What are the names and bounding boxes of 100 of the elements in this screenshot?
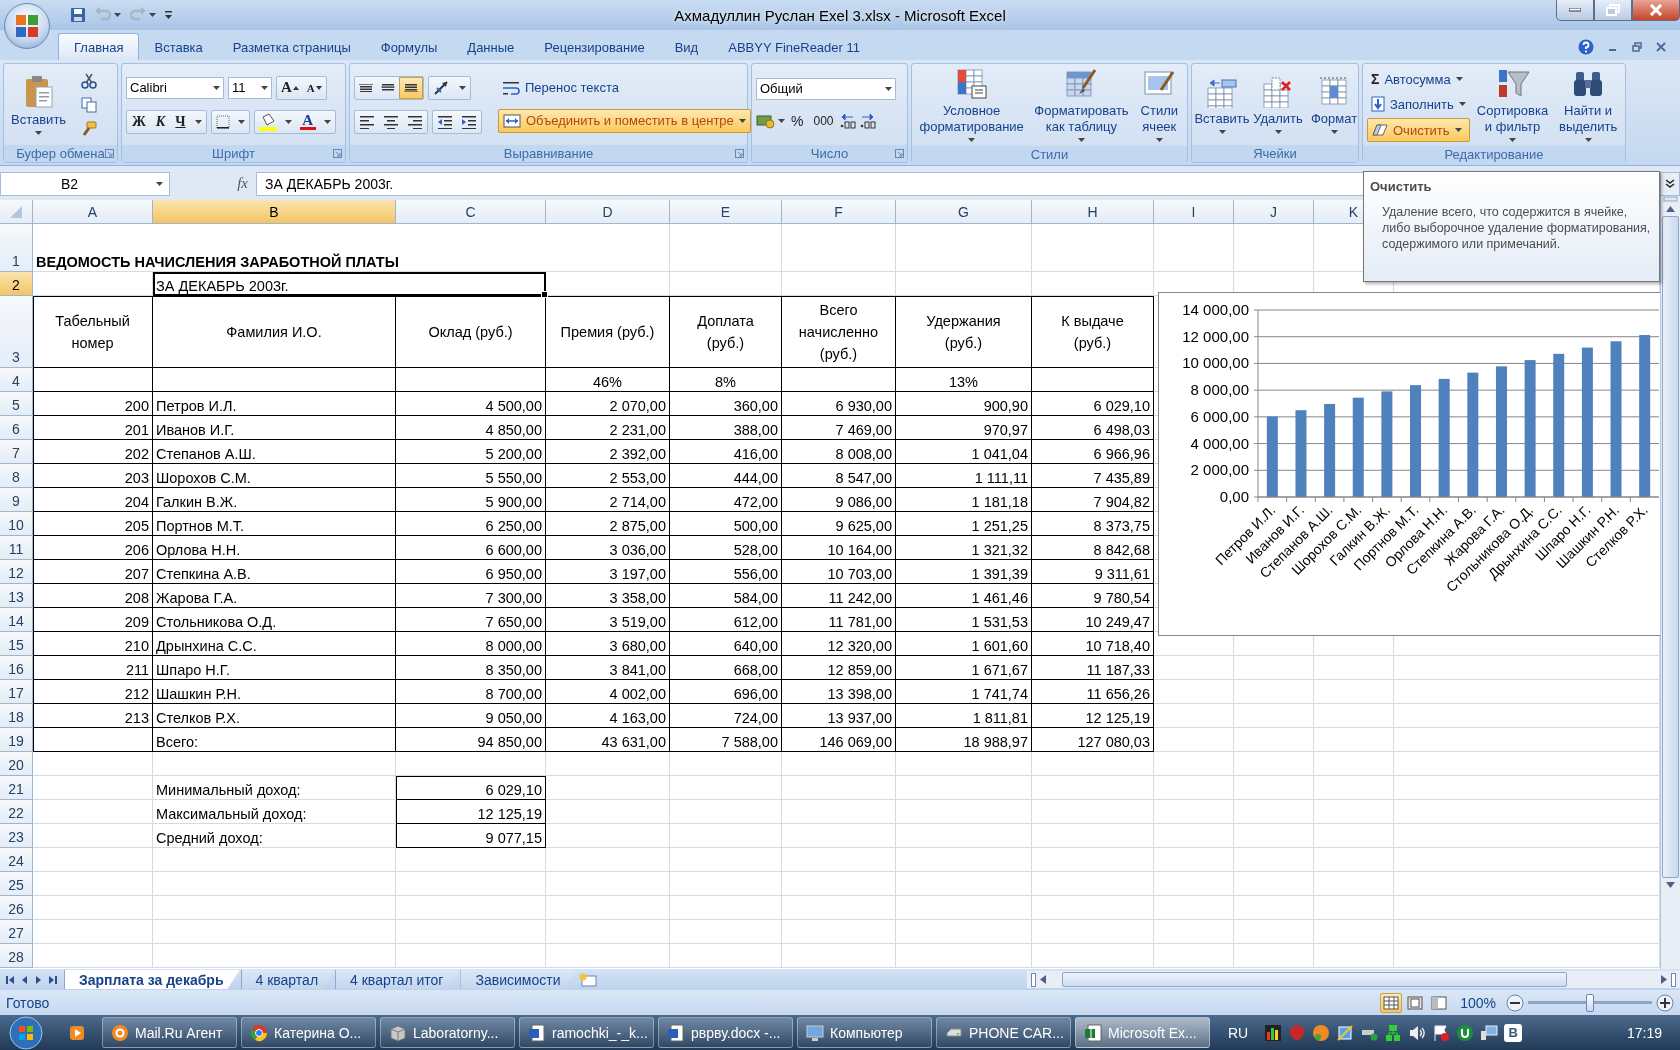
zoom-in-icon[interactable] xyxy=(1656,993,1674,1012)
tray-badge[interactable]: В xyxy=(1504,1023,1523,1042)
column-header[interactable]: D xyxy=(546,200,670,224)
merge-center-button[interactable]: Объединить и поместить в центре xyxy=(498,108,751,133)
row-header[interactable]: 23 xyxy=(0,824,33,848)
window-icon[interactable] xyxy=(1336,1023,1355,1042)
scroll-right-icon[interactable] xyxy=(1661,975,1667,984)
copy-icon[interactable] xyxy=(81,96,98,113)
row-header[interactable]: 10 xyxy=(0,512,33,536)
ribbon-tab[interactable]: ABBYY FineReader 11 xyxy=(713,34,875,60)
paintbrush-icon[interactable] xyxy=(81,120,98,137)
scrollbar-thumb[interactable] xyxy=(1662,216,1679,878)
styles-button[interactable]: Форматировать как таблицу xyxy=(1031,66,1132,144)
horizontal-scrollbar[interactable] xyxy=(1027,971,1680,988)
first-sheet-icon[interactable] xyxy=(6,974,15,985)
row-header[interactable]: 11 xyxy=(0,536,33,560)
row-header[interactable]: 7 xyxy=(0,440,33,464)
shrink-font-button[interactable]: A xyxy=(302,81,326,94)
increase-decimal-icon[interactable] xyxy=(839,112,858,129)
thousands-button[interactable]: 000 xyxy=(809,109,838,132)
taskbar-button[interactable]: Mail.Ru Агент xyxy=(102,1017,237,1048)
column-header[interactable]: E xyxy=(670,200,782,224)
media-player-icon[interactable] xyxy=(68,1023,86,1042)
torrent-icon[interactable] xyxy=(1456,1023,1475,1042)
row-header[interactable]: 12 xyxy=(0,560,33,584)
row-header[interactable]: 5 xyxy=(0,392,33,416)
paste-button[interactable]: Вставить xyxy=(8,72,70,137)
cells-button[interactable]: Вставить xyxy=(1196,73,1248,136)
ball-icon[interactable] xyxy=(1312,1023,1331,1042)
row-header[interactable]: 8 xyxy=(0,464,33,488)
row-header[interactable]: 21 xyxy=(0,776,33,800)
ribbon-tab[interactable]: Главная xyxy=(58,33,140,60)
row-header[interactable]: 2 xyxy=(0,272,33,296)
grow-font-button[interactable]: A xyxy=(277,79,303,96)
clock[interactable]: 17:19 xyxy=(1626,1024,1662,1041)
maximize-button[interactable] xyxy=(1594,0,1632,21)
editing-button[interactable]: Заполнить xyxy=(1367,93,1470,115)
ribbon-tab[interactable]: Вставка xyxy=(139,34,218,60)
row-header[interactable]: 6 xyxy=(0,416,33,440)
editing-button[interactable]: Σ Автосумма xyxy=(1367,68,1470,90)
row-header[interactable]: 14 xyxy=(0,608,33,632)
row-header[interactable]: 20 xyxy=(0,752,33,776)
split-box-icon[interactable] xyxy=(1031,972,1036,987)
row-header[interactable]: 4 xyxy=(0,368,33,392)
ribbon-tab[interactable]: Формулы xyxy=(365,34,453,60)
editing-button[interactable]: Сортировка и фильтр xyxy=(1473,66,1552,144)
font-style-button[interactable]: К xyxy=(150,110,171,133)
zoom-level[interactable]: 100% xyxy=(1460,994,1496,1011)
zoom-out-icon[interactable] xyxy=(1506,993,1524,1012)
row-header[interactable]: 28 xyxy=(0,944,33,968)
fill-handle[interactable] xyxy=(541,291,548,298)
wrap-text-button[interactable]: Перенос текста xyxy=(498,76,751,99)
row-header[interactable]: 25 xyxy=(0,872,33,896)
expand-formula-button[interactable] xyxy=(1660,171,1680,196)
flag-icon[interactable] xyxy=(1432,1023,1451,1042)
taskbar-button[interactable]: рврву.docx -... xyxy=(658,1017,793,1048)
column-header[interactable]: A xyxy=(33,200,153,224)
taskbar-button[interactable]: PHONE CAR... xyxy=(936,1017,1071,1048)
font-style-button[interactable]: Ж xyxy=(127,110,151,133)
language-indicator[interactable]: RU xyxy=(1228,1024,1249,1041)
speaker-icon[interactable] xyxy=(1408,1023,1427,1042)
align-bottom-button[interactable] xyxy=(399,76,423,99)
row-header[interactable]: 1 xyxy=(0,224,33,272)
help-icon[interactable] xyxy=(1578,39,1594,55)
column-header[interactable]: G xyxy=(896,200,1032,224)
scroll-up-icon[interactable] xyxy=(1666,206,1675,212)
taskbar-button[interactable]: Компьютер xyxy=(797,1017,932,1048)
monitor-icon[interactable] xyxy=(1480,1023,1499,1042)
editing-button[interactable]: Найти и выделить xyxy=(1555,66,1621,144)
save-icon[interactable] xyxy=(70,7,86,23)
styles-button[interactable]: Условное форматирование xyxy=(916,66,1028,144)
insert-function-button[interactable]: fx xyxy=(170,171,256,196)
font-color-button[interactable]: A xyxy=(295,113,320,130)
column-header[interactable]: C xyxy=(396,200,546,224)
restore-icon[interactable] xyxy=(1632,42,1642,52)
scissors-icon[interactable] xyxy=(81,72,98,89)
ribbon-tab[interactable]: Разметка страницы xyxy=(217,34,366,60)
ribbon-tab[interactable]: Рецензирование xyxy=(529,34,660,60)
sheet-tab[interactable]: Зависимости xyxy=(460,970,577,989)
network-icon[interactable] xyxy=(1384,1023,1403,1042)
row-header[interactable]: 18 xyxy=(0,704,33,728)
vertical-scrollbar[interactable] xyxy=(1660,196,1680,969)
sheet-tab[interactable]: 4 квартал xyxy=(240,970,335,989)
row-header[interactable]: 13 xyxy=(0,584,33,608)
bar-chart-icon[interactable] xyxy=(1264,1023,1283,1042)
row-header[interactable]: 26 xyxy=(0,896,33,920)
last-sheet-icon[interactable] xyxy=(48,974,57,985)
column-header[interactable]: J xyxy=(1234,200,1314,224)
row-header[interactable]: 27 xyxy=(0,920,33,944)
close-icon[interactable] xyxy=(1656,42,1666,52)
name-box[interactable]: B2 xyxy=(0,171,170,196)
slider-thumb[interactable] xyxy=(1586,993,1594,1012)
close-button[interactable] xyxy=(1632,0,1680,21)
scroll-left-icon[interactable] xyxy=(1040,975,1046,984)
row-header[interactable]: 16 xyxy=(0,656,33,680)
styles-button[interactable]: Стили ячеек xyxy=(1135,66,1183,144)
font-style-button[interactable]: Ч xyxy=(170,110,191,133)
row-header[interactable]: 17 xyxy=(0,680,33,704)
number-format-dropdown[interactable]: Общий xyxy=(756,77,896,100)
taskbar-button[interactable]: ramochki_-_k... xyxy=(519,1017,654,1048)
